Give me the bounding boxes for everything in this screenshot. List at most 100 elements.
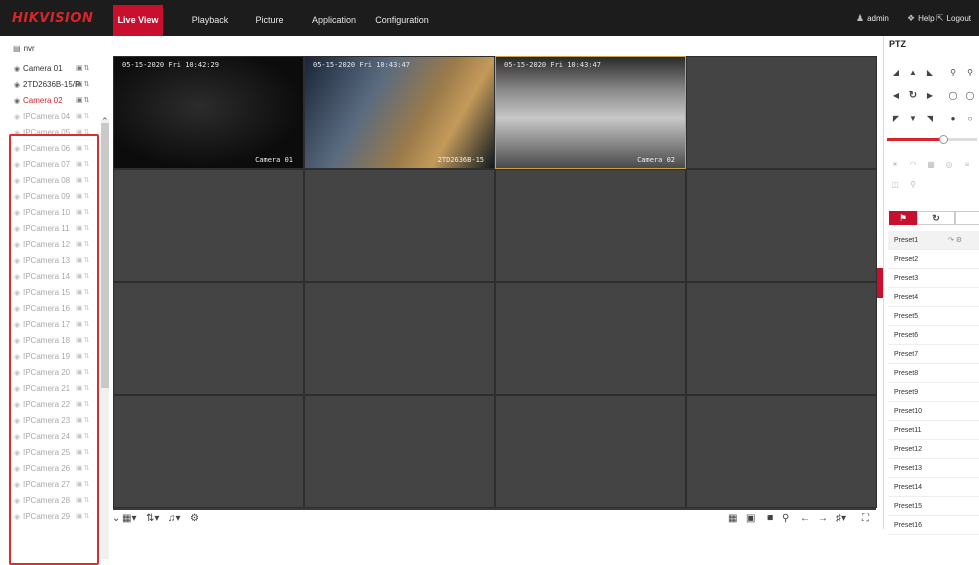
video-tile[interactable] xyxy=(304,282,495,395)
preset-name: Preset14 xyxy=(894,484,923,491)
chevron-down-icon[interactable]: ⌄ xyxy=(112,513,120,524)
ptz-up-left-icon[interactable]: ◢ xyxy=(889,66,903,80)
user-menu[interactable]: ♟ admin xyxy=(856,0,889,36)
scroll-up-arrow-icon[interactable]: ⌃ xyxy=(101,116,109,127)
preview-icon[interactable]: ▣⇅ xyxy=(76,61,90,77)
stop-all-preview-icon[interactable]: ▦ xyxy=(728,513,737,524)
video-tile[interactable] xyxy=(686,56,877,169)
video-tile[interactable] xyxy=(113,395,304,508)
nav-live-view[interactable]: Live View xyxy=(113,5,163,36)
preset-item[interactable]: Preset8 xyxy=(888,364,979,383)
preset-item[interactable]: Preset9 xyxy=(888,383,979,402)
menu-icon[interactable]: ≡ xyxy=(960,158,974,172)
preset-item[interactable]: Preset16 xyxy=(888,516,979,535)
focus-far-icon[interactable]: ◯ xyxy=(963,89,977,103)
preset-item[interactable]: Preset2 xyxy=(888,250,979,269)
preset-item[interactable]: Preset11 xyxy=(888,421,979,440)
capture-settings-icon[interactable]: ⚙ xyxy=(190,513,199,524)
logout-button[interactable]: ⇱ Logout xyxy=(936,0,971,36)
preset-item[interactable]: Preset10 xyxy=(888,402,979,421)
auto-scan-icon[interactable]: ↻ xyxy=(906,89,920,103)
video-tile[interactable] xyxy=(113,282,304,395)
nav-picture[interactable]: Picture xyxy=(247,5,292,36)
preset-item[interactable]: Preset12 xyxy=(888,440,979,459)
camera-name: Camera 01 xyxy=(23,64,63,73)
focus-near-icon[interactable]: ◯ xyxy=(946,89,960,103)
video-tile[interactable] xyxy=(113,169,304,282)
camera-list-item[interactable]: ◉ Camera 02 ▣⇅ xyxy=(14,93,96,109)
ptz-left-icon[interactable]: ◀ xyxy=(889,89,903,103)
ptz-right-icon[interactable]: ▶ xyxy=(923,89,937,103)
preset-item[interactable]: Preset14 xyxy=(888,478,979,497)
preset-item[interactable]: Preset13 xyxy=(888,459,979,478)
iris-close-icon[interactable]: ○ xyxy=(963,112,977,126)
preset-item[interactable]: Preset5 xyxy=(888,307,979,326)
camera-name: 2TD2636B-15/P xyxy=(23,80,81,89)
record-all-icon[interactable]: ◾ xyxy=(764,513,776,524)
zoom-in-icon[interactable]: ⚲ xyxy=(946,66,960,80)
video-tile[interactable] xyxy=(304,395,495,508)
video-tile[interactable] xyxy=(686,169,877,282)
tab-preset-flag-icon[interactable]: ⚑ xyxy=(889,211,917,225)
window-layout-icon[interactable]: ▦▾ xyxy=(122,513,136,524)
logout-label: Logout xyxy=(946,14,972,23)
video-tile[interactable] xyxy=(495,169,686,282)
next-page-icon[interactable]: → xyxy=(818,513,828,524)
microphone-icon[interactable]: ♫▾ xyxy=(168,513,181,524)
video-tile[interactable]: 05-15-2020 Fri 10:43:47 2TD2636B-15 xyxy=(304,56,495,169)
video-tile[interactable] xyxy=(686,395,877,508)
focus-assist-icon[interactable]: ◎ xyxy=(942,158,956,172)
ptz-up-icon[interactable]: ▲ xyxy=(906,66,920,80)
3d-zoom-icon[interactable]: ▦ xyxy=(924,158,938,172)
lens-init-icon[interactable]: ◫ xyxy=(888,178,902,192)
camera-icon: ◉ xyxy=(14,82,21,89)
call-preset-icon[interactable]: ↷ ⚙ xyxy=(948,231,962,250)
video-tile[interactable] xyxy=(495,395,686,508)
previous-page-icon[interactable]: ← xyxy=(800,513,810,524)
tab-pattern[interactable] xyxy=(955,211,979,225)
wiper-icon[interactable]: ◠ xyxy=(906,158,920,172)
preview-icon[interactable]: ▣⇅ xyxy=(76,93,90,109)
ptz-up-right-icon[interactable]: ◣ xyxy=(923,66,937,80)
ptz-down-left-icon[interactable]: ◤ xyxy=(889,112,903,126)
ptz-down-icon[interactable]: ▼ xyxy=(906,112,920,126)
top-navigation-bar: HIKVISION Live View Playback Picture App… xyxy=(0,0,979,36)
stream-type-icon[interactable]: ⇅▾ xyxy=(146,513,159,524)
preset-item[interactable]: Preset4 xyxy=(888,288,979,307)
ptz-down-right-icon[interactable]: ◥ xyxy=(923,112,937,126)
video-tile[interactable] xyxy=(304,169,495,282)
video-tile[interactable] xyxy=(686,282,877,395)
nav-configuration[interactable]: Configuration xyxy=(367,5,437,36)
camera-list-item[interactable]: ◉ IPCamera 04 ▣⇅ xyxy=(14,109,96,125)
video-tile[interactable] xyxy=(495,282,686,395)
preset-item[interactable]: Preset6 xyxy=(888,326,979,345)
camera-icon: ◉ xyxy=(14,98,21,105)
camera-list-scroll-thumb[interactable] xyxy=(101,123,109,388)
preset-item[interactable]: Preset15 xyxy=(888,497,979,516)
preset-item[interactable]: Preset1 ↷ ⚙ xyxy=(888,231,979,250)
camera-icon: ◉ xyxy=(14,66,21,73)
tab-patrol-icon[interactable]: ↻ xyxy=(917,211,955,225)
capture-snapshot-icon[interactable]: ▣ xyxy=(746,513,755,524)
digital-zoom-icon[interactable]: ⚲ xyxy=(782,513,789,524)
help-button[interactable]: ❖ Help xyxy=(907,0,935,36)
nav-playback[interactable]: Playback xyxy=(185,5,235,36)
light-icon[interactable]: ☀ xyxy=(888,158,902,172)
iris-open-icon[interactable]: ● xyxy=(946,112,960,126)
nav-application[interactable]: Application xyxy=(304,5,364,36)
volume-icon[interactable]: ♯▾ xyxy=(836,513,846,524)
preset-item[interactable]: Preset3 xyxy=(888,269,979,288)
device-root-nvr[interactable]: ▤ nvr xyxy=(13,44,35,53)
camera-list-item[interactable]: ◉ 2TD2636B-15/P ▣⇅ xyxy=(14,77,96,93)
camera-list-item[interactable]: ◉ Camera 01 ▣⇅ xyxy=(14,61,96,77)
ptz-speed-slider-knob[interactable] xyxy=(939,135,948,144)
video-tile[interactable]: 05-15-2020 Fri 10:42:29 Camera 01 xyxy=(113,56,304,169)
preset-name: Preset8 xyxy=(894,370,919,377)
preview-icon[interactable]: ▣⇅ xyxy=(76,109,90,125)
video-tile[interactable]: 05-15-2020 Fri 10:43:47 Camera 02 xyxy=(495,56,686,169)
fullscreen-icon[interactable]: ⛶ xyxy=(862,513,869,524)
preview-icon[interactable]: ▣⇅ xyxy=(76,77,90,93)
preset-item[interactable]: Preset7 xyxy=(888,345,979,364)
zoom-out-icon[interactable]: ⚲ xyxy=(963,66,977,80)
manual-tracking-icon[interactable]: ⚲ xyxy=(906,178,920,192)
